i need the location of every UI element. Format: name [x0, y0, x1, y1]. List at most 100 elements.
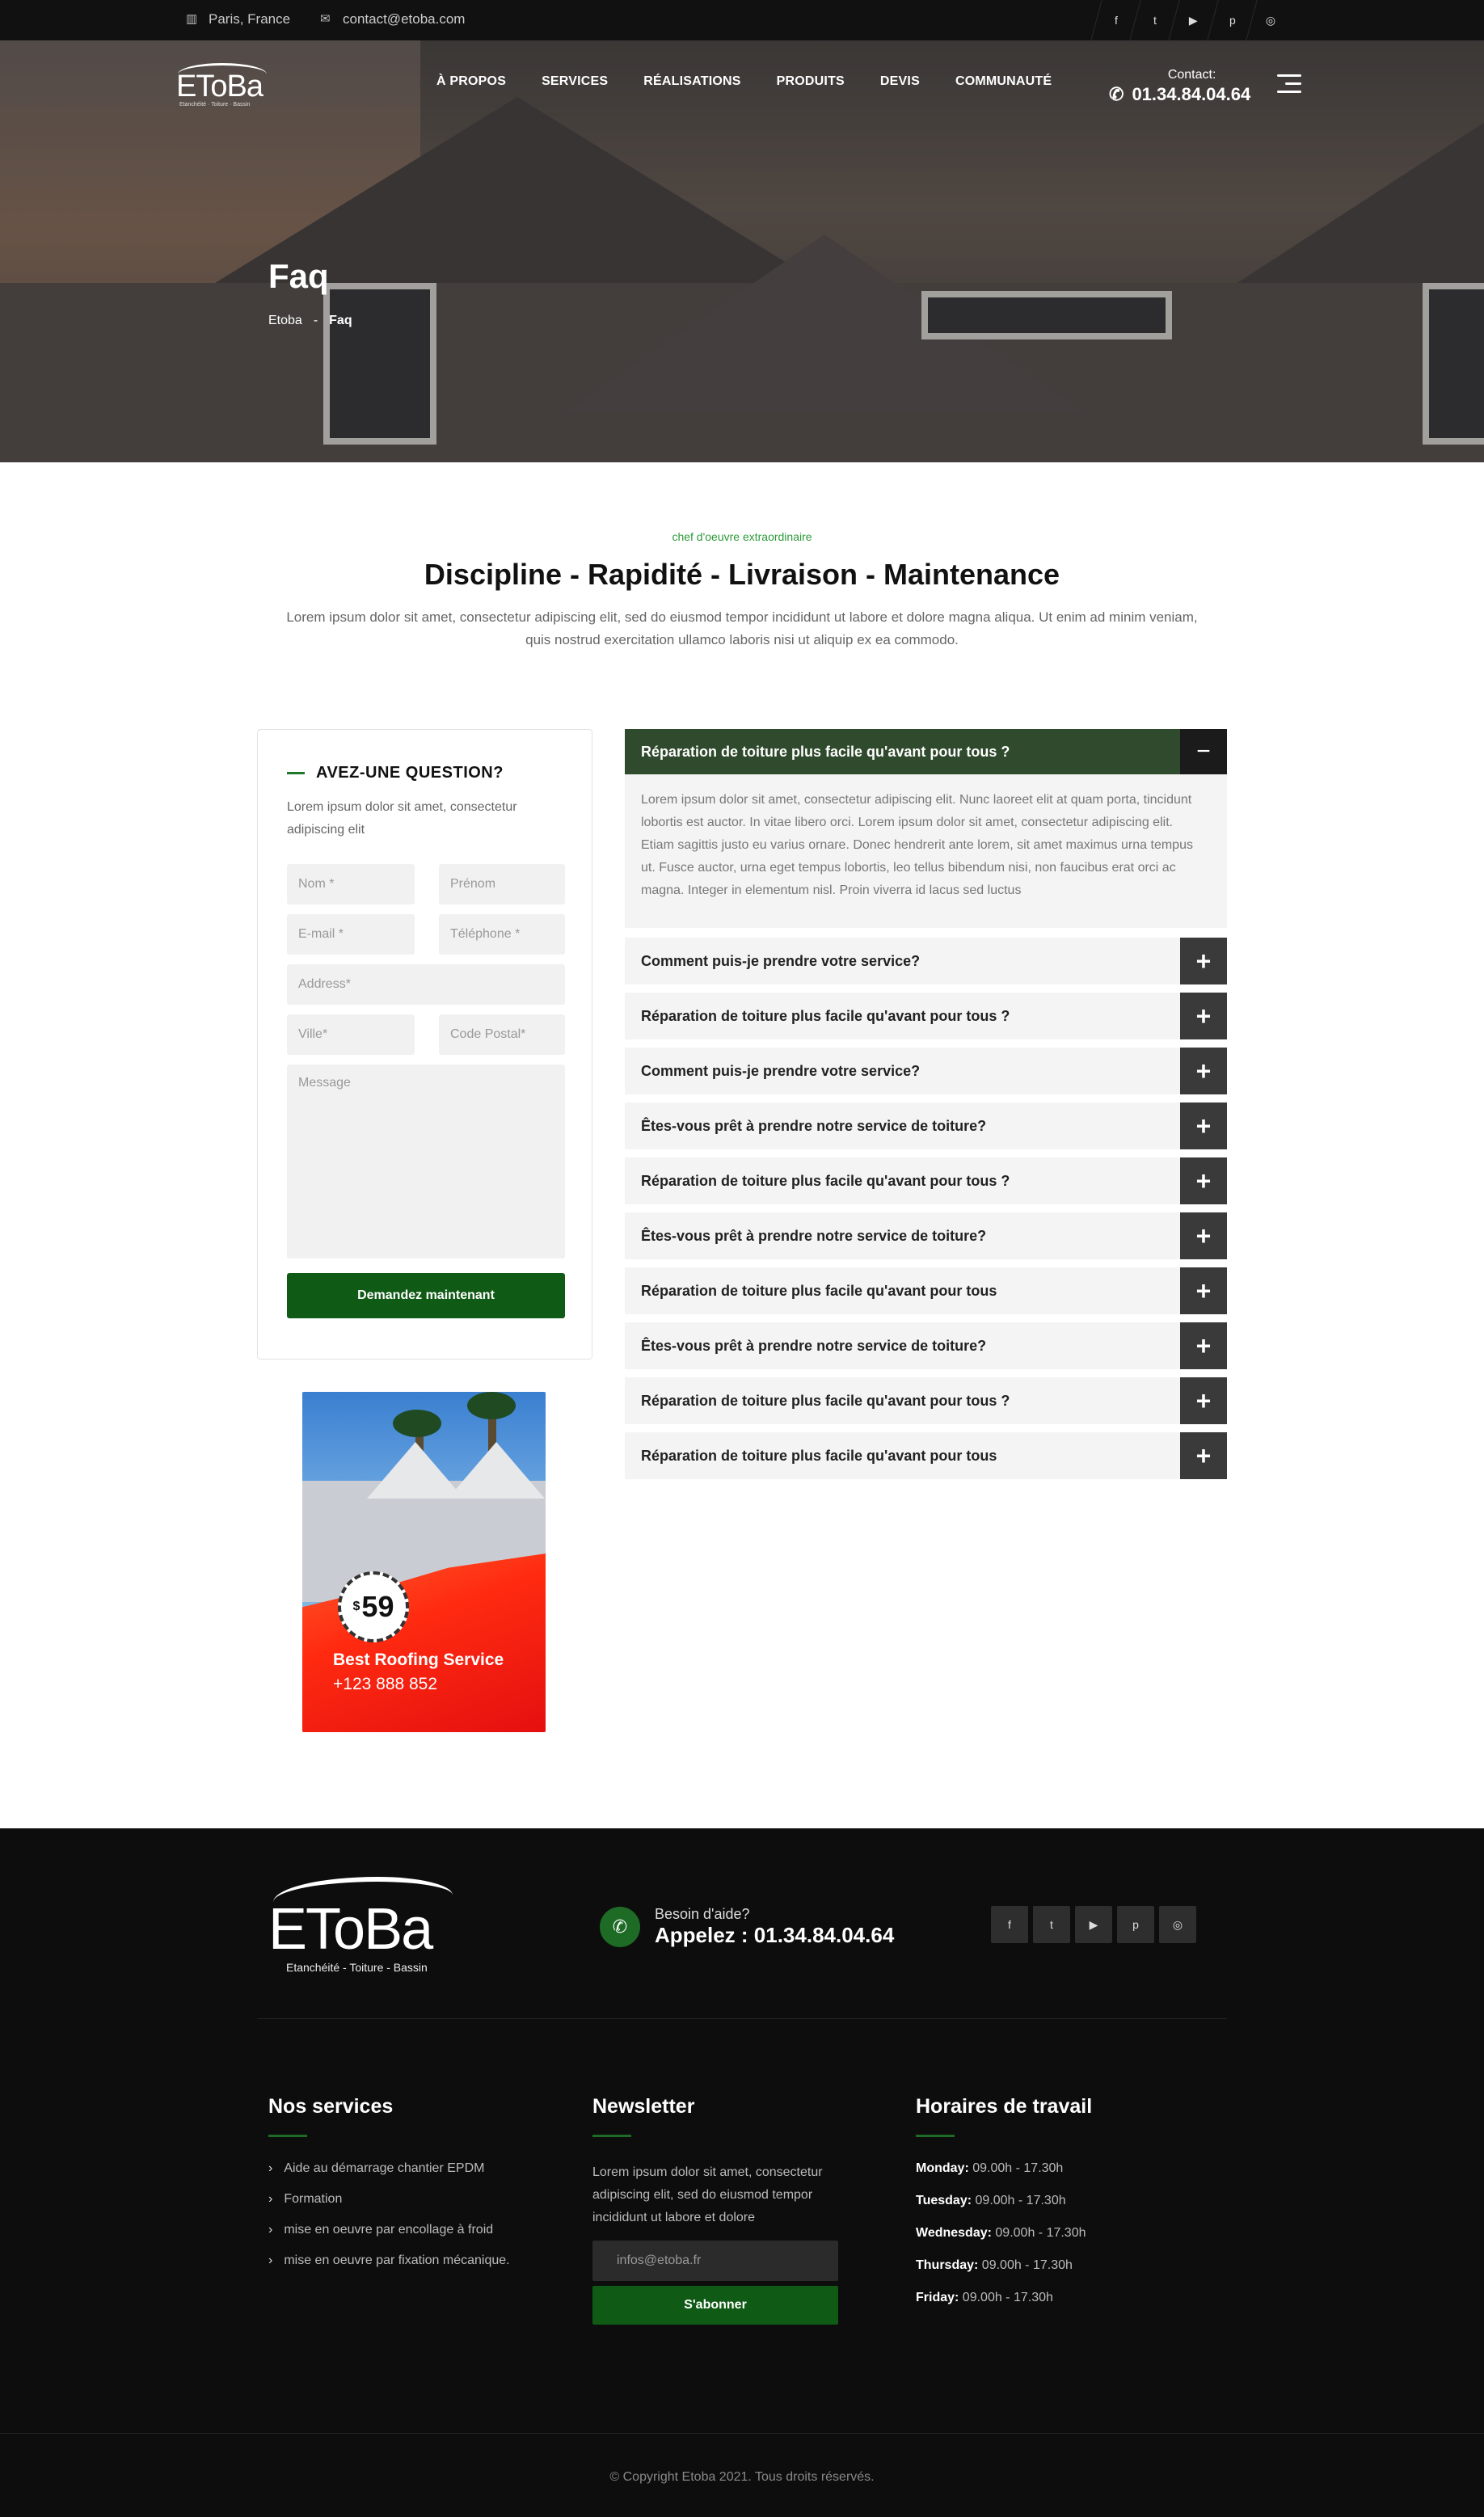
location-info: ▥ Paris, France [186, 11, 290, 27]
site-logo[interactable]: EToBa Etanchéité · Toiture · Bassin [173, 58, 268, 108]
breadcrumb-current: Faq [329, 314, 352, 327]
email-field[interactable]: E-mail * [287, 914, 415, 955]
form-title: AVEZ-UNE QUESTION? [287, 764, 504, 782]
help-contact[interactable]: ✆ Besoin d'aide? Appelez : 01.34.84.04.6… [600, 1906, 894, 1948]
message-field[interactable]: Message [287, 1065, 565, 1258]
contact-phone[interactable]: 01.34.84.04.64 [1132, 84, 1250, 105]
hours-row: Wednesday: 09.00h - 17.30h [916, 2226, 1086, 2240]
top-bar: ▥ Paris, France ✉ contact@etoba.com f t … [0, 0, 1484, 40]
section-intro-text: Lorem ipsum dolor sit amet, consectetur … [286, 609, 1198, 647]
newsletter-column: Newsletter Lorem ipsum dolor sit amet, c… [592, 2095, 843, 2325]
phone-icon: ✆ [600, 1907, 640, 1947]
breadcrumb-separator: - [313, 314, 318, 327]
expand-icon[interactable]: + [1180, 1048, 1227, 1094]
footer-divider [257, 2018, 1227, 2019]
chevron-right-icon: › [268, 2223, 273, 2237]
faq-item[interactable]: Comment puis-je prendre votre service? + [625, 1048, 1227, 1094]
ville-field[interactable]: Ville* [287, 1014, 415, 1055]
faq-item[interactable]: Réparation de toiture plus facile qu'ava… [625, 1267, 1227, 1314]
prenom-field[interactable]: Prénom [439, 864, 565, 904]
faq-item[interactable]: Réparation de toiture plus facile qu'ava… [625, 993, 1227, 1039]
address-field[interactable]: Address* [287, 964, 565, 1005]
services-title: Nos services [268, 2095, 394, 2118]
email-text[interactable]: contact@etoba.com [343, 11, 465, 27]
faq-question-active[interactable]: Réparation de toiture plus facile qu'ava… [625, 729, 1227, 774]
main-nav: À PROPOS SERVICES RÉALISATIONS PRODUITS … [436, 74, 1087, 89]
contact-label: Contact: [1167, 68, 1216, 82]
map-icon: ▥ [186, 12, 198, 26]
expand-icon[interactable]: + [1180, 1322, 1227, 1369]
price-badge: $59 [338, 1571, 409, 1642]
roofing-service-ad[interactable]: $59 Best Roofing Service +123 888 852 [302, 1392, 546, 1732]
newsletter-text: Lorem ipsum dolor sit amet, consectetur … [592, 2165, 823, 2224]
expand-icon[interactable]: + [1180, 1377, 1227, 1424]
nav-services[interactable]: SERVICES [542, 74, 608, 89]
twitter-icon[interactable]: t [1033, 1906, 1070, 1943]
hours-row: Friday: 09.00h - 17.30h [916, 2291, 1053, 2304]
service-link[interactable]: › mise en oeuvre par fixation mécanique. [268, 2253, 510, 2268]
nav-a-propos[interactable]: À PROPOS [436, 74, 506, 89]
code-postal-field[interactable]: Code Postal* [439, 1014, 565, 1055]
subscribe-button[interactable]: S'abonner [592, 2286, 838, 2325]
expand-icon[interactable]: + [1180, 1267, 1227, 1314]
section-subtitle: chef d'oeuvre extraordinaire [672, 530, 812, 543]
hours-column: Horaires de travail Monday: 09.00h - 17.… [916, 2095, 1092, 2323]
form-description: Lorem ipsum dolor sit amet, consectetur … [287, 800, 517, 837]
menu-icon[interactable] [1277, 74, 1301, 95]
newsletter-email-input[interactable]: infos@etoba.fr [592, 2241, 838, 2281]
faq-item[interactable]: Êtes-vous prêt à prendre notre service d… [625, 1322, 1227, 1369]
expand-icon[interactable]: + [1180, 1157, 1227, 1204]
footer-logo[interactable]: EToBa Etanchéité - Toiture - Bassin [268, 1877, 454, 1974]
ad-phone: +123 888 852 [333, 1675, 438, 1693]
hours-row: Monday: 09.00h - 17.30h [916, 2161, 1064, 2175]
instagram-icon[interactable]: ◎ [1159, 1906, 1196, 1943]
help-label: Besoin d'aide? [655, 1906, 750, 1922]
faq-item[interactable]: Êtes-vous prêt à prendre notre service d… [625, 1212, 1227, 1259]
nav-communaute[interactable]: COMMUNAUTÉ [955, 74, 1052, 89]
nom-field[interactable]: Nom * [287, 864, 415, 904]
faq-item[interactable]: Réparation de toiture plus facile qu'ava… [625, 1432, 1227, 1479]
question-form: AVEZ-UNE QUESTION? Lorem ipsum dolor sit… [257, 729, 592, 1360]
help-phone[interactable]: Appelez : 01.34.84.04.64 [655, 1923, 894, 1948]
faq-item[interactable]: Êtes-vous prêt à prendre notre service d… [625, 1103, 1227, 1149]
faq-item-open: Réparation de toiture plus facile qu'ava… [625, 729, 1227, 928]
telephone-field[interactable]: Téléphone * [439, 914, 565, 955]
service-link[interactable]: › Formation [268, 2192, 510, 2207]
hours-title: Horaires de travail [916, 2095, 1093, 2118]
nav-realisations[interactable]: RÉALISATIONS [643, 74, 740, 89]
expand-icon[interactable]: + [1180, 938, 1227, 984]
phone-icon: ✆ [1109, 84, 1124, 104]
service-link[interactable]: › mise en oeuvre par encollage à froid [268, 2223, 510, 2237]
newsletter-title: Newsletter [592, 2095, 695, 2118]
chevron-right-icon: › [268, 2161, 273, 2175]
header-contact[interactable]: Contact: ✆ 01.34.84.04.64 [1109, 68, 1250, 105]
footer: EToBa Etanchéité - Toiture - Bassin ✆ Be… [0, 1828, 1484, 2517]
collapse-icon[interactable]: − [1180, 729, 1227, 774]
expand-icon[interactable]: + [1180, 1103, 1227, 1149]
email-info[interactable]: ✉ contact@etoba.com [320, 11, 465, 27]
faq-item[interactable]: Comment puis-je prendre votre service? + [625, 938, 1227, 984]
pinterest-icon[interactable]: p [1117, 1906, 1154, 1943]
expand-icon[interactable]: + [1180, 1212, 1227, 1259]
expand-icon[interactable]: + [1180, 993, 1227, 1039]
faq-answer: Lorem ipsum dolor sit amet, consectetur … [641, 793, 1193, 897]
nav-produits[interactable]: PRODUITS [777, 74, 845, 89]
envelope-icon: ✉ [320, 12, 331, 26]
expand-icon[interactable]: + [1180, 1432, 1227, 1479]
youtube-icon[interactable]: ▶ [1075, 1906, 1112, 1943]
submit-question-button[interactable]: Demandez maintenant [287, 1273, 565, 1318]
footer-social-links: f t ▶ p ◎ [991, 1906, 1196, 1943]
breadcrumb-home[interactable]: Etoba [268, 314, 302, 328]
chevron-right-icon: › [268, 2192, 273, 2206]
hours-row: Thursday: 09.00h - 17.30h [916, 2258, 1073, 2272]
faq-item[interactable]: Réparation de toiture plus facile qu'ava… [625, 1377, 1227, 1424]
page-title: Faq [268, 257, 329, 295]
service-link[interactable]: › Aide au démarrage chantier EPDM [268, 2161, 510, 2176]
chevron-right-icon: › [268, 2253, 273, 2267]
faq-item[interactable]: Réparation de toiture plus facile qu'ava… [625, 1157, 1227, 1204]
copyright-divider [0, 2433, 1484, 2434]
section-headline: Discipline - Rapidité - Livraison - Main… [424, 558, 1060, 591]
nav-devis[interactable]: DEVIS [880, 74, 920, 89]
facebook-icon[interactable]: f [991, 1906, 1028, 1943]
location-text: Paris, France [209, 11, 291, 27]
